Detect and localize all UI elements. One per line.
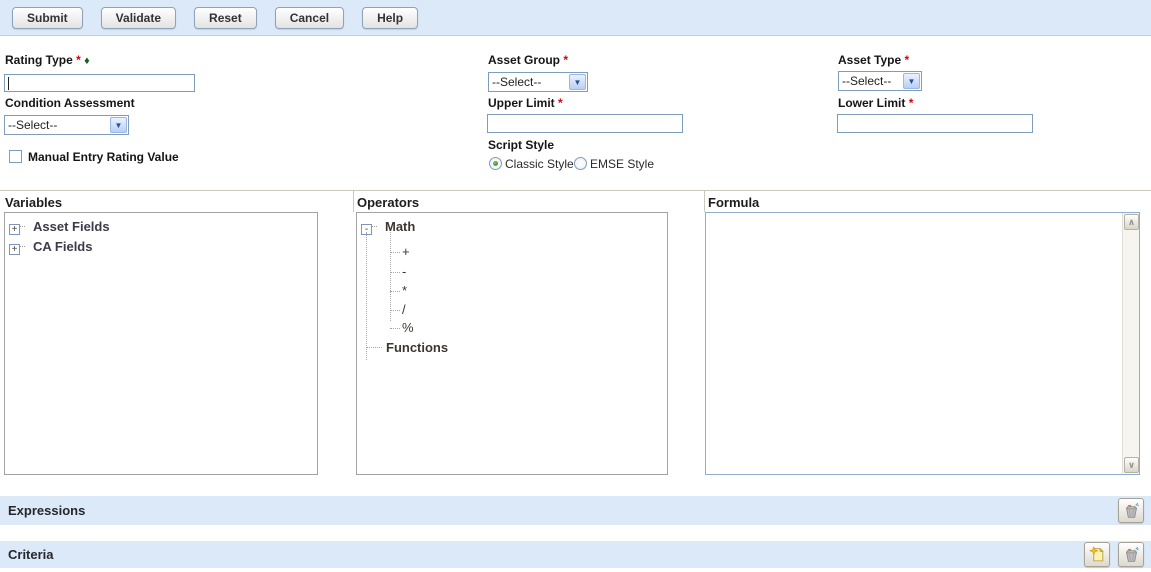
tree-node-math[interactable]: -Math bbox=[361, 219, 415, 235]
trash-icon bbox=[1123, 546, 1140, 563]
asset-type-value: --Select-- bbox=[839, 74, 902, 88]
formula-textarea[interactable]: ∧ ∨ bbox=[705, 212, 1140, 475]
manual-entry-label: Manual Entry Rating Value bbox=[28, 150, 179, 164]
rating-formula-page: Submit Validate Reset Cancel Help Rating… bbox=[0, 0, 1151, 572]
tree-node-functions[interactable]: Functions bbox=[386, 340, 448, 355]
asset-group-select[interactable]: --Select-- ▼ bbox=[488, 72, 588, 92]
required-asterisk: * bbox=[904, 53, 909, 67]
tree-node-label[interactable]: Functions bbox=[386, 340, 448, 355]
trash-icon bbox=[1123, 502, 1140, 519]
expressions-section-bar: Expressions bbox=[0, 496, 1151, 525]
upper-limit-input[interactable] bbox=[487, 114, 683, 133]
submit-button[interactable]: Submit bbox=[12, 7, 83, 29]
criteria-title: Criteria bbox=[0, 547, 54, 562]
tree-connector bbox=[20, 226, 25, 227]
scroll-down-icon[interactable]: ∨ bbox=[1124, 457, 1139, 473]
column-divider bbox=[353, 190, 354, 212]
tree-connector bbox=[390, 232, 391, 321]
tree-connector bbox=[390, 328, 400, 329]
variables-tree-panel: + Asset Fields + CA Fields bbox=[4, 212, 318, 475]
expressions-title: Expressions bbox=[0, 503, 85, 518]
asset-type-label: Asset Type * bbox=[838, 53, 909, 67]
condition-assessment-value: --Select-- bbox=[5, 118, 109, 132]
tree-node-ca-fields[interactable]: + CA Fields bbox=[9, 239, 92, 255]
lower-limit-input[interactable] bbox=[837, 114, 1033, 133]
tree-connector bbox=[390, 252, 400, 253]
upper-limit-label-text: Upper Limit bbox=[488, 96, 555, 110]
tree-node-label[interactable]: CA Fields bbox=[33, 239, 92, 254]
tree-node-asset-fields[interactable]: + Asset Fields bbox=[9, 219, 110, 235]
delete-criteria-button[interactable] bbox=[1118, 542, 1144, 567]
tree-node-operator-percent[interactable]: % bbox=[402, 320, 414, 335]
delete-expression-button[interactable] bbox=[1118, 498, 1144, 523]
expand-plus-icon[interactable]: + bbox=[9, 224, 20, 235]
asset-group-label: Asset Group * bbox=[488, 53, 568, 67]
rating-type-label-text: Rating Type bbox=[5, 53, 73, 67]
new-item-icon bbox=[1089, 546, 1106, 563]
key-diamond-icon: ♦ bbox=[84, 55, 90, 67]
required-asterisk: * bbox=[563, 53, 568, 67]
cancel-button[interactable]: Cancel bbox=[275, 7, 344, 29]
required-asterisk: * bbox=[558, 96, 563, 110]
rating-type-input[interactable] bbox=[4, 74, 195, 92]
chevron-down-icon[interactable]: ▼ bbox=[569, 74, 586, 90]
asset-type-label-text: Asset Type bbox=[838, 53, 901, 67]
condition-assessment-select[interactable]: --Select-- ▼ bbox=[4, 115, 129, 135]
validate-button[interactable]: Validate bbox=[101, 7, 176, 29]
variables-panel-title: Variables bbox=[5, 195, 62, 210]
tree-node-operator-divide[interactable]: / bbox=[402, 302, 406, 317]
reset-button[interactable]: Reset bbox=[194, 7, 257, 29]
chevron-down-icon[interactable]: ▼ bbox=[110, 117, 127, 133]
tree-connector bbox=[390, 291, 400, 292]
text-caret bbox=[8, 77, 9, 90]
tree-connector bbox=[20, 246, 25, 247]
action-toolbar: Submit Validate Reset Cancel Help bbox=[0, 0, 1151, 36]
expand-plus-icon[interactable]: + bbox=[9, 244, 20, 255]
tree-connector bbox=[390, 310, 400, 311]
script-style-label: Script Style bbox=[488, 138, 554, 152]
required-asterisk: * bbox=[76, 53, 81, 67]
lower-limit-label: Lower Limit * bbox=[838, 96, 913, 110]
asset-group-value: --Select-- bbox=[489, 75, 568, 89]
upper-limit-label: Upper Limit * bbox=[488, 96, 563, 110]
add-criteria-button[interactable] bbox=[1084, 542, 1110, 567]
emse-style-radio-label[interactable]: EMSE Style bbox=[590, 157, 654, 171]
formula-scrollbar[interactable]: ∧ ∨ bbox=[1122, 213, 1139, 474]
required-asterisk: * bbox=[909, 96, 914, 110]
tree-connector bbox=[390, 272, 400, 273]
asset-group-label-text: Asset Group bbox=[488, 53, 560, 67]
classic-style-radio[interactable] bbox=[489, 157, 502, 170]
operators-panel-title: Operators bbox=[357, 195, 419, 210]
condition-assessment-label: Condition Assessment bbox=[5, 96, 135, 110]
classic-style-radio-label[interactable]: Classic Style bbox=[505, 157, 574, 171]
criteria-section-bar: Criteria bbox=[0, 541, 1151, 568]
radio-selected-dot bbox=[493, 161, 498, 166]
scroll-up-icon[interactable]: ∧ bbox=[1124, 214, 1139, 230]
tree-node-label[interactable]: Asset Fields bbox=[33, 219, 110, 234]
tree-node-operator-minus[interactable]: - bbox=[402, 264, 406, 279]
rating-type-label: Rating Type * ♦ bbox=[5, 53, 90, 67]
tree-node-operator-plus[interactable]: + bbox=[402, 244, 410, 259]
manual-entry-checkbox[interactable] bbox=[9, 150, 22, 163]
help-button[interactable]: Help bbox=[362, 7, 418, 29]
asset-type-select[interactable]: --Select-- ▼ bbox=[838, 71, 922, 91]
chevron-down-icon[interactable]: ▼ bbox=[903, 73, 920, 89]
formula-panel-title: Formula bbox=[708, 195, 759, 210]
emse-style-radio[interactable] bbox=[574, 157, 587, 170]
operators-tree-panel: -Math + - * / % Functions bbox=[356, 212, 668, 475]
tree-connector bbox=[366, 347, 382, 348]
column-divider bbox=[704, 190, 705, 212]
tree-node-operator-multiply[interactable]: * bbox=[402, 283, 407, 298]
lower-limit-label-text: Lower Limit bbox=[838, 96, 905, 110]
tree-connector bbox=[366, 232, 367, 360]
section-divider bbox=[0, 190, 1151, 191]
tree-connector bbox=[372, 226, 377, 227]
